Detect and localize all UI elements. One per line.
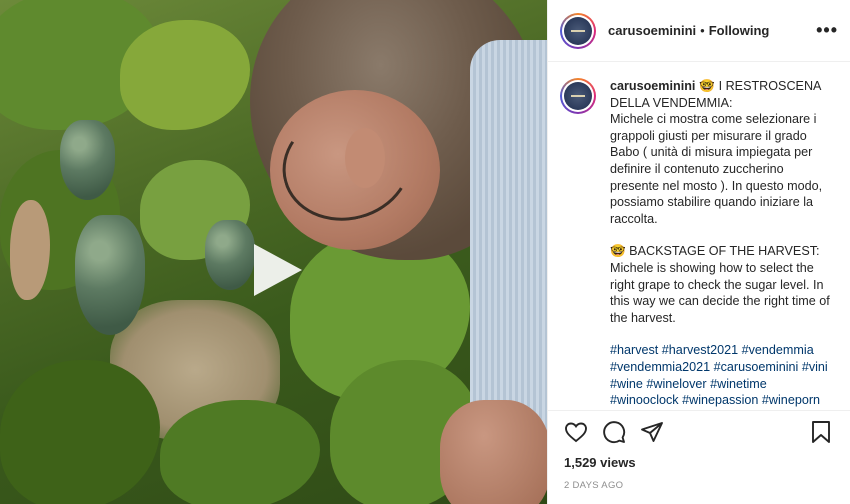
caption-text: carusoeminini 🤓 I RESTROSCENA DELLA VENDE… — [610, 78, 831, 409]
more-options-icon[interactable]: ••• — [816, 20, 838, 41]
caption-username[interactable]: carusoeminini — [610, 79, 695, 93]
caption-hashtags[interactable]: #harvest #harvest2021 #vendemmia #vendem… — [610, 342, 831, 408]
header-separator: • — [700, 23, 705, 38]
post-header: carusoeminini • Following ••• — [548, 0, 850, 62]
post-sidebar: carusoeminini • Following ••• carusoemin… — [547, 0, 850, 504]
video-player[interactable] — [0, 0, 547, 504]
post-actions: 1,529 views 2 DAYS AGO — [548, 410, 850, 504]
share-icon[interactable] — [640, 420, 666, 446]
caption-it-body: Michele ci mostra come selezionare i gra… — [610, 112, 823, 226]
caption-avatar[interactable] — [560, 78, 596, 114]
caption-en-title: 🤓 BACKSTAGE OF THE HARVEST: — [610, 244, 820, 259]
play-icon[interactable] — [246, 240, 306, 300]
header-username[interactable]: carusoeminini — [608, 23, 696, 38]
post-date[interactable]: 2 DAYS AGO — [564, 480, 835, 491]
caption-en-body: Michele is showing how to select the rig… — [610, 260, 830, 325]
view-count[interactable]: 1,529 views — [564, 455, 835, 470]
comment-icon[interactable] — [602, 420, 628, 446]
avatar[interactable] — [560, 12, 596, 49]
caption-section[interactable]: carusoeminini 🤓 I RESTROSCENA DELLA VENDE… — [548, 62, 850, 410]
bookmark-icon[interactable] — [809, 420, 835, 446]
following-button[interactable]: Following — [709, 23, 770, 38]
nerd-emoji: 🤓 — [699, 79, 716, 93]
heart-icon[interactable] — [564, 420, 590, 446]
